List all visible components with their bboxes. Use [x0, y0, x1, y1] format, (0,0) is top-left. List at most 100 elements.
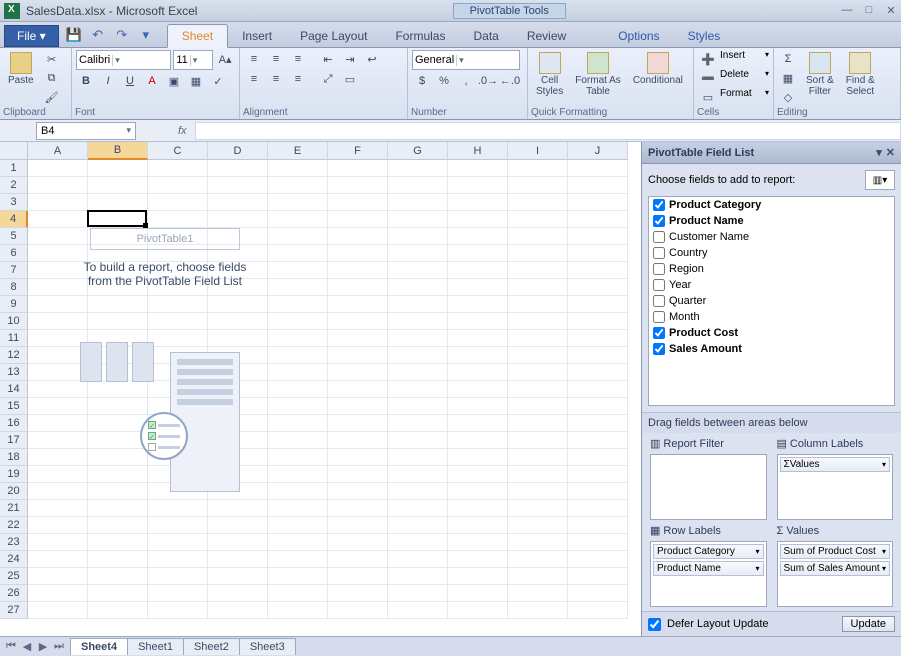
col-header-A[interactable]: A	[28, 142, 88, 160]
sort-filter-button[interactable]: Sort & Filter	[802, 50, 838, 99]
field-country[interactable]: Country	[649, 245, 894, 261]
tab-sheet[interactable]: Sheet	[167, 24, 228, 48]
field-quarter[interactable]: Quarter	[649, 293, 894, 309]
fx-icon[interactable]: fx	[178, 125, 187, 137]
align-right-icon[interactable]: ≡	[288, 70, 308, 88]
col-header-B[interactable]: B	[88, 142, 148, 160]
row-header-6[interactable]: 6	[0, 245, 28, 262]
paste-button[interactable]: Paste	[4, 50, 38, 88]
qat-customize-icon[interactable]: ▾	[137, 26, 155, 44]
update-button[interactable]: Update	[842, 616, 895, 632]
format-cells-button[interactable]: ▭Format▾	[698, 88, 769, 106]
sheet-nav-last-icon[interactable]: ⏭	[52, 640, 66, 653]
undo-icon[interactable]: ↶	[89, 26, 107, 44]
row-header-23[interactable]: 23	[0, 534, 28, 551]
autosum-icon[interactable]: Σ	[778, 50, 798, 68]
field-region[interactable]: Region	[649, 261, 894, 277]
col-header-J[interactable]: J	[568, 142, 628, 160]
row-header-15[interactable]: 15	[0, 398, 28, 415]
redo-icon[interactable]: ↷	[113, 26, 131, 44]
row-header-16[interactable]: 16	[0, 415, 28, 432]
tab-data[interactable]: Data	[459, 25, 512, 47]
file-menu[interactable]: File ▾	[4, 25, 59, 47]
maximize-button[interactable]: □	[863, 4, 875, 17]
orientation-icon[interactable]: ⤢	[318, 70, 338, 88]
area-box-columns[interactable]: Σ Values▾	[777, 454, 894, 520]
sheet-tab-sheet3[interactable]: Sheet3	[239, 638, 296, 655]
field-product-category[interactable]: Product Category	[649, 197, 894, 213]
field-product-cost[interactable]: Product Cost	[649, 325, 894, 341]
align-bottom-icon[interactable]: ≡	[288, 50, 308, 68]
comma-icon[interactable]: ,	[456, 72, 476, 90]
font-size-combo[interactable]: 11▾	[173, 50, 213, 70]
field-list-dropdown-icon[interactable]: ▾	[876, 146, 882, 159]
border-icon[interactable]: ▦	[186, 72, 206, 90]
row-header-14[interactable]: 14	[0, 381, 28, 398]
values-item[interactable]: Sum of Sales Amount▾	[780, 561, 891, 576]
row-header-20[interactable]: 20	[0, 483, 28, 500]
area-box-rows[interactable]: Product Category▾ Product Name▾	[650, 541, 767, 607]
format-painter-icon[interactable]: 🖌	[42, 88, 62, 106]
increase-decimal-icon[interactable]: .0→	[478, 72, 498, 90]
field-list-layout-button[interactable]: ▥▾	[865, 170, 895, 190]
align-center-icon[interactable]: ≡	[266, 70, 286, 88]
increase-indent-icon[interactable]: ⇥	[340, 50, 360, 68]
tab-formulas[interactable]: Formulas	[381, 25, 459, 47]
active-cell[interactable]	[87, 210, 147, 227]
row-header-9[interactable]: 9	[0, 296, 28, 313]
bold-button[interactable]: B	[76, 72, 96, 90]
font-family-combo[interactable]: Calibri▾	[76, 50, 171, 70]
number-format-combo[interactable]: General▾	[412, 50, 520, 70]
sheet-nav-next-icon[interactable]: ▶	[36, 640, 50, 653]
row-header-22[interactable]: 22	[0, 517, 28, 534]
decrease-decimal-icon[interactable]: ←.0	[500, 72, 520, 90]
underline-button[interactable]: U	[120, 72, 140, 90]
align-left-icon[interactable]: ≡	[244, 70, 264, 88]
row-header-5[interactable]: 5	[0, 228, 28, 245]
row-header-19[interactable]: 19	[0, 466, 28, 483]
italic-button[interactable]: I	[98, 72, 118, 90]
field-month[interactable]: Month	[649, 309, 894, 325]
col-header-E[interactable]: E	[268, 142, 328, 160]
sheet-tab-sheet1[interactable]: Sheet1	[127, 638, 184, 655]
defer-layout-checkbox[interactable]	[648, 618, 661, 631]
col-header-G[interactable]: G	[388, 142, 448, 160]
percent-icon[interactable]: %	[434, 72, 454, 90]
save-icon[interactable]: 💾	[65, 26, 83, 44]
tab-insert[interactable]: Insert	[228, 25, 286, 47]
rows-item[interactable]: Product Category▾	[653, 544, 764, 559]
field-customer-name[interactable]: Customer Name	[649, 229, 894, 245]
decrease-indent-icon[interactable]: ⇤	[318, 50, 338, 68]
row-header-25[interactable]: 25	[0, 568, 28, 585]
rows-item[interactable]: Product Name▾	[653, 561, 764, 576]
row-header-8[interactable]: 8	[0, 279, 28, 296]
increase-font-icon[interactable]: A▴	[215, 50, 235, 68]
sheet-nav-prev-icon[interactable]: ◀	[20, 640, 34, 653]
area-box-values[interactable]: Sum of Product Cost▾ Sum of Sales Amount▾	[777, 541, 894, 607]
merge-icon[interactable]: ▭	[340, 70, 360, 88]
sheet-tab-sheet2[interactable]: Sheet2	[183, 638, 240, 655]
row-header-3[interactable]: 3	[0, 194, 28, 211]
formula-input[interactable]	[195, 122, 901, 140]
row-header-2[interactable]: 2	[0, 177, 28, 194]
col-header-C[interactable]: C	[148, 142, 208, 160]
field-product-name[interactable]: Product Name	[649, 213, 894, 229]
col-header-I[interactable]: I	[508, 142, 568, 160]
tab-styles[interactable]: Styles	[674, 25, 735, 47]
tab-review[interactable]: Review	[513, 25, 580, 47]
tab-options[interactable]: Options	[604, 25, 673, 47]
row-header-21[interactable]: 21	[0, 500, 28, 517]
delete-cells-button[interactable]: ➖Delete▾	[698, 69, 769, 87]
row-header-24[interactable]: 24	[0, 551, 28, 568]
clean-icon[interactable]: ✓	[208, 72, 228, 90]
select-all-corner[interactable]	[0, 142, 28, 160]
align-top-icon[interactable]: ≡	[244, 50, 264, 68]
row-header-1[interactable]: 1	[0, 160, 28, 177]
field-sales-amount[interactable]: Sales Amount	[649, 341, 894, 357]
cell-styles-button[interactable]: Cell Styles	[532, 50, 567, 99]
area-box-filter[interactable]	[650, 454, 767, 520]
conditional-button[interactable]: Conditional	[629, 50, 687, 88]
row-header-12[interactable]: 12	[0, 347, 28, 364]
values-item[interactable]: Sum of Product Cost▾	[780, 544, 891, 559]
row-header-17[interactable]: 17	[0, 432, 28, 449]
